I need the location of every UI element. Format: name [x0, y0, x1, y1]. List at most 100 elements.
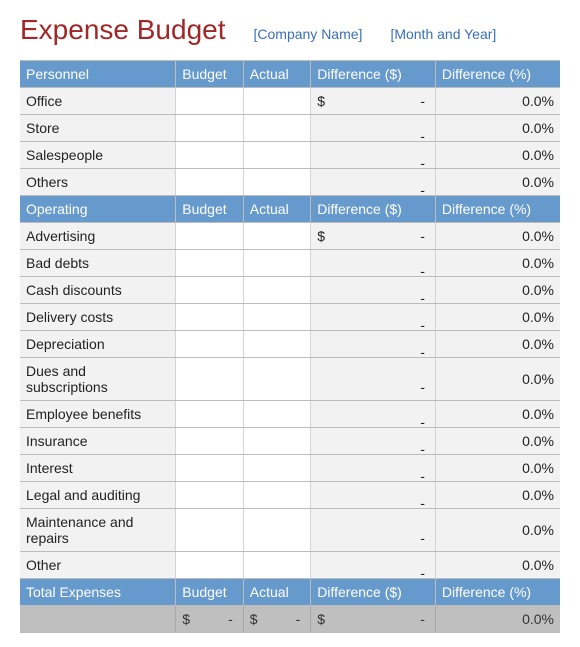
difference-dollar-cell: - — [311, 169, 436, 196]
actual-cell[interactable] — [243, 88, 311, 115]
section-header-row: OperatingBudgetActualDifference ($)Diffe… — [20, 196, 560, 223]
document-header: Expense Budget [Company Name] [Month and… — [20, 14, 560, 46]
actual-cell[interactable] — [243, 401, 311, 428]
total-difference-dollar-cell: $- — [311, 606, 436, 633]
difference-dollar-cell: - — [311, 304, 436, 331]
budget-cell[interactable] — [176, 169, 244, 196]
actual-cell[interactable] — [243, 482, 311, 509]
difference-percent-cell: 0.0% — [435, 169, 560, 196]
budget-cell[interactable] — [176, 401, 244, 428]
difference-percent-cell: 0.0% — [435, 223, 560, 250]
difference-dollar-cell: - — [311, 277, 436, 304]
actual-cell[interactable] — [243, 250, 311, 277]
column-header: Difference ($) — [311, 579, 436, 606]
actual-cell[interactable] — [243, 142, 311, 169]
difference-percent-cell: 0.0% — [435, 509, 560, 552]
actual-cell[interactable] — [243, 304, 311, 331]
company-name-placeholder[interactable]: [Company Name] — [254, 26, 363, 42]
table-row: Depreciation-0.0% — [20, 331, 560, 358]
actual-cell[interactable] — [243, 509, 311, 552]
budget-cell[interactable] — [176, 552, 244, 579]
actual-cell[interactable] — [243, 169, 311, 196]
total-budget-cell: $- — [176, 606, 244, 633]
actual-cell[interactable] — [243, 115, 311, 142]
budget-cell[interactable] — [176, 88, 244, 115]
row-label: Other — [20, 552, 176, 579]
table-row: Cash discounts-0.0% — [20, 277, 560, 304]
difference-dollar-cell: - — [311, 331, 436, 358]
budget-cell[interactable] — [176, 358, 244, 401]
column-header: Difference (%) — [435, 579, 560, 606]
row-label: Store — [20, 115, 176, 142]
section-name: Personnel — [20, 61, 176, 88]
difference-percent-cell: 0.0% — [435, 455, 560, 482]
table-row: Advertising $-0.0% — [20, 223, 560, 250]
budget-cell[interactable] — [176, 250, 244, 277]
actual-cell[interactable] — [243, 358, 311, 401]
section-name: Total Expenses — [20, 579, 176, 606]
difference-dollar-cell: - — [311, 428, 436, 455]
difference-percent-cell: 0.0% — [435, 358, 560, 401]
difference-percent-cell: 0.0% — [435, 482, 560, 509]
table-row: Office $-0.0% — [20, 88, 560, 115]
budget-cell[interactable] — [176, 455, 244, 482]
column-header: Actual — [243, 61, 311, 88]
budget-cell[interactable] — [176, 482, 244, 509]
actual-cell[interactable] — [243, 428, 311, 455]
table-row: Store -0.0% — [20, 115, 560, 142]
difference-percent-cell: 0.0% — [435, 250, 560, 277]
difference-dollar-cell: - — [311, 455, 436, 482]
row-label: Interest — [20, 455, 176, 482]
difference-percent-cell: 0.0% — [435, 304, 560, 331]
column-header: Difference (%) — [435, 196, 560, 223]
expense-table: PersonnelBudgetActualDifference ($)Diffe… — [20, 60, 560, 633]
table-row: Maintenance and repairs-0.0% — [20, 509, 560, 552]
difference-percent-cell: 0.0% — [435, 88, 560, 115]
budget-cell[interactable] — [176, 115, 244, 142]
budget-cell[interactable] — [176, 223, 244, 250]
budget-cell[interactable] — [176, 509, 244, 552]
actual-cell[interactable] — [243, 455, 311, 482]
section-name: Operating — [20, 196, 176, 223]
row-label: Legal and auditing — [20, 482, 176, 509]
column-header: Difference ($) — [311, 196, 436, 223]
table-row: Insurance-0.0% — [20, 428, 560, 455]
table-row: Employee benefits-0.0% — [20, 401, 560, 428]
row-label: Dues and subscriptions — [20, 358, 176, 401]
table-row: Legal and auditing -0.0% — [20, 482, 560, 509]
budget-cell[interactable] — [176, 142, 244, 169]
total-label-cell — [20, 606, 176, 633]
table-row: Others -0.0% — [20, 169, 560, 196]
difference-dollar-cell: - — [311, 401, 436, 428]
column-header: Budget — [176, 61, 244, 88]
difference-dollar-cell: - — [311, 482, 436, 509]
budget-cell[interactable] — [176, 428, 244, 455]
column-header: Budget — [176, 196, 244, 223]
budget-cell[interactable] — [176, 331, 244, 358]
actual-cell[interactable] — [243, 552, 311, 579]
actual-cell[interactable] — [243, 277, 311, 304]
budget-cell[interactable] — [176, 277, 244, 304]
row-label: Bad debts — [20, 250, 176, 277]
table-row: Other-0.0% — [20, 552, 560, 579]
table-row: Delivery costs-0.0% — [20, 304, 560, 331]
section-header-row: PersonnelBudgetActualDifference ($)Diffe… — [20, 61, 560, 88]
total-header-row: Total ExpensesBudgetActualDifference ($)… — [20, 579, 560, 606]
difference-dollar-cell: - — [311, 552, 436, 579]
actual-cell[interactable] — [243, 331, 311, 358]
difference-dollar-cell: - — [311, 509, 436, 552]
difference-percent-cell: 0.0% — [435, 401, 560, 428]
row-label: Advertising — [20, 223, 176, 250]
actual-cell[interactable] — [243, 223, 311, 250]
row-label: Salespeople — [20, 142, 176, 169]
difference-percent-cell: 0.0% — [435, 115, 560, 142]
row-label: Others — [20, 169, 176, 196]
month-year-placeholder[interactable]: [Month and Year] — [390, 26, 496, 42]
table-row: Salespeople-0.0% — [20, 142, 560, 169]
budget-cell[interactable] — [176, 304, 244, 331]
difference-dollar-cell: $- — [311, 88, 436, 115]
table-row: Bad debts-0.0% — [20, 250, 560, 277]
difference-dollar-cell: $- — [311, 223, 436, 250]
row-label: Office — [20, 88, 176, 115]
difference-dollar-cell: - — [311, 115, 436, 142]
